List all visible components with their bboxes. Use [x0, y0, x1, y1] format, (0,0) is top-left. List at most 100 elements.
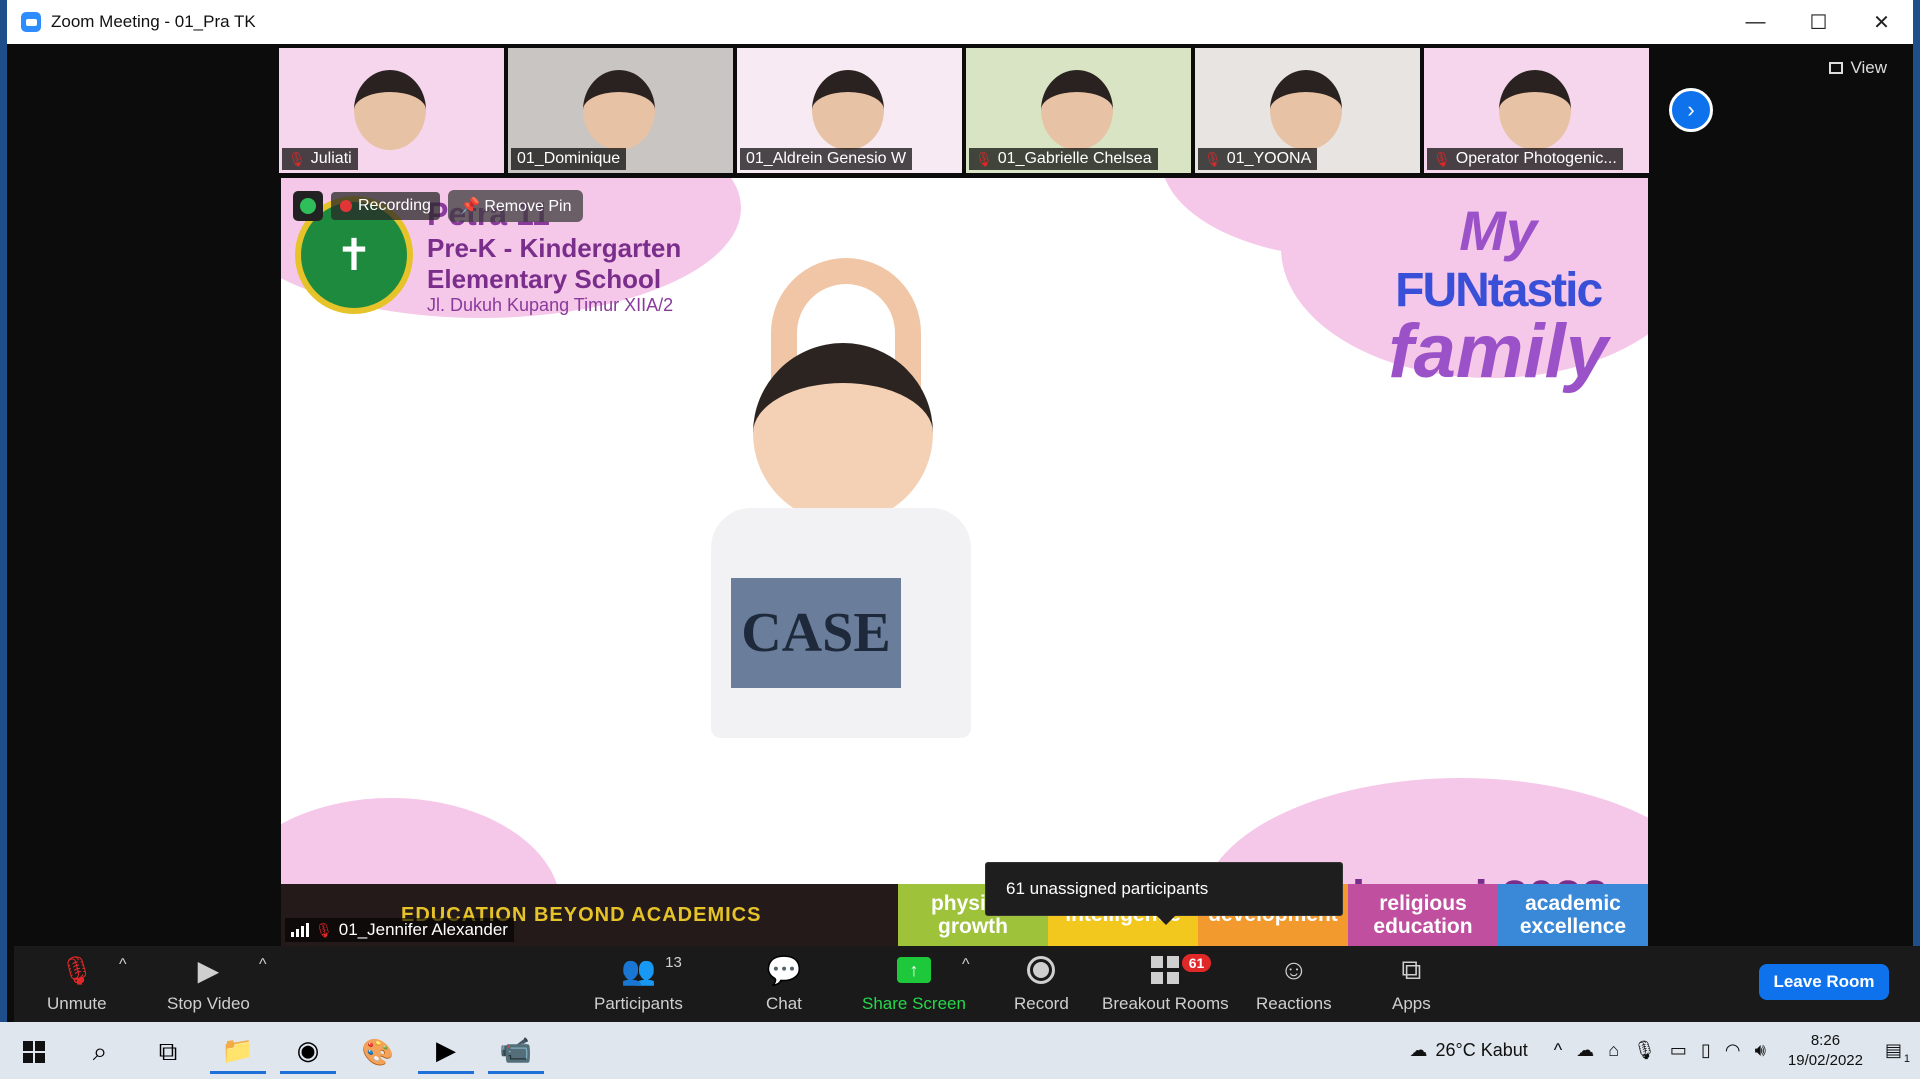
clock[interactable]: 8:26 19/02/2022 — [1788, 1031, 1863, 1070]
chat-label: Chat — [766, 994, 802, 1013]
participant-name-tag: 🎙︎ 01_YOONA — [1198, 148, 1318, 170]
zoom-window: Zoom Meeting - 01_Pra TK — ☐ ✕ 🎙︎ Juliati… — [0, 0, 1920, 1022]
volume-icon[interactable]: 🔊︎ — [1755, 1040, 1766, 1061]
breakout-rooms-button[interactable]: 61 Breakout Rooms — [1102, 950, 1229, 1014]
share-options-caret-icon[interactable]: ^ — [962, 956, 970, 974]
audio-options-caret-icon[interactable]: ^ — [119, 956, 127, 974]
record-label: Record — [1014, 994, 1069, 1013]
unmute-label: Unmute — [47, 994, 107, 1013]
participant-face — [1499, 70, 1571, 150]
participants-count: 13 — [665, 954, 682, 971]
weather-icon: ☁ — [1409, 1040, 1428, 1060]
notification-count: 1 — [1903, 1053, 1910, 1065]
grid-view-icon — [1829, 62, 1844, 74]
window-title: Zoom Meeting - 01_Pra TK — [51, 12, 256, 31]
speaker-name: 01_Jennifer Alexander — [338, 920, 508, 939]
microphone-icon[interactable]: 🎙︎ — [1633, 1040, 1656, 1061]
share-screen-button[interactable]: ↑ Share Screen — [862, 950, 966, 1014]
meeting-toolbar: 🎙︎ Unmute ^ ▶︎ Stop Video ^ 👥 13 Particip… — [14, 946, 1920, 1022]
participant-thumbnail[interactable]: 🎙︎ 01_YOONA — [1195, 48, 1420, 173]
share-screen-label: Share Screen — [862, 994, 966, 1013]
participant-name-tag: 01_Aldrein Genesio W — [740, 148, 913, 170]
banner-pill: academic excellence — [1498, 884, 1648, 946]
participant-thumbnail[interactable]: 🎙︎ Juliati — [279, 48, 504, 173]
task-view-icon[interactable]: ⧉ — [140, 1030, 196, 1074]
school-line-3: Elementary School — [427, 264, 662, 294]
participant-name-tag: 🎙︎ Juliati — [282, 148, 358, 170]
unmute-button[interactable]: 🎙︎ Unmute — [47, 950, 107, 1014]
participant-name: 01_Gabrielle Chelsea — [997, 150, 1152, 167]
reactions-button[interactable]: ☺ Reactions — [1256, 950, 1332, 1014]
chat-bubble-icon: 💬 — [766, 954, 802, 986]
reactions-label: Reactions — [1256, 994, 1332, 1013]
file-explorer-icon[interactable]: 📁 — [210, 1030, 266, 1074]
mic-muted-icon: 🎙︎ — [1204, 150, 1222, 167]
pin-icon: 📌 — [459, 198, 480, 215]
participant-name: 01_YOONA — [1226, 150, 1312, 167]
clock-date: 19/02/2022 — [1787, 1051, 1863, 1069]
wifi-icon[interactable]: ◠ — [1725, 1040, 1741, 1061]
windows-taskbar: ⌕ ⧉ 📁 ◉ 🎨 ▶ 📹 ☁ 26°C Kabut ^ ☁ ⌂ 🎙︎ ▭ ▯ … — [0, 1022, 1920, 1079]
breakout-tooltip: 61 unassigned participants — [985, 862, 1343, 925]
participant-thumbnail-strip: 🎙︎ Juliati 01_Dominique 01_Aldrein Genesio … — [279, 48, 1649, 173]
weather-text[interactable]: 26°C Kabut — [1435, 1040, 1527, 1061]
remove-pin-label: Remove Pin — [484, 198, 572, 215]
stop-video-button[interactable]: ▶︎ Stop Video — [167, 950, 250, 1014]
mic-muted-icon: 🎙︎ — [1433, 150, 1451, 167]
start-button[interactable] — [6, 1030, 62, 1074]
display-icon[interactable]: ▭ — [1670, 1040, 1687, 1061]
smiley-plus-icon: ☺ — [1279, 954, 1309, 985]
shirt-print: CASE — [731, 578, 901, 688]
security-shield-icon[interactable] — [293, 191, 323, 221]
leave-room-button[interactable]: Leave Room — [1759, 964, 1889, 1000]
minimize-button[interactable]: — — [1724, 0, 1787, 44]
participants-label: Participants — [594, 994, 683, 1013]
participant-thumbnail[interactable]: 01_Aldrein Genesio W — [737, 48, 962, 173]
child-video-feed: CASE — [711, 258, 981, 738]
breakout-grid-icon — [1151, 956, 1180, 984]
participant-thumbnail[interactable]: 🎙︎ 01_Gabrielle Chelsea — [966, 48, 1191, 173]
chat-button[interactable]: 💬 Chat — [766, 950, 802, 1014]
participant-face — [1041, 70, 1113, 150]
signal-strength-icon — [291, 923, 309, 937]
apps-label: Apps — [1392, 994, 1431, 1013]
participant-name: Operator Photogenic... — [1455, 150, 1617, 167]
paint-icon[interactable]: 🎨 — [350, 1030, 406, 1074]
logo-my: My — [1459, 199, 1538, 262]
system-tray: ☁ 26°C Kabut ^ ☁ ⌂ 🎙︎ ▭ ▯ ◠ 🔊︎ 8:26 19/0… — [1409, 1022, 1920, 1079]
clock-time: 8:26 — [1810, 1032, 1841, 1049]
chrome-icon[interactable]: ◉ — [280, 1030, 336, 1074]
banner-pill: religious education — [1348, 884, 1498, 946]
participants-button[interactable]: 👥 13 Participants — [594, 950, 683, 1014]
breakout-rooms-label: Breakout Rooms — [1102, 994, 1229, 1013]
participant-thumbnail[interactable]: 🎙︎ Operator Photogenic... — [1424, 48, 1649, 173]
search-icon[interactable]: ⌕ — [72, 1030, 128, 1074]
zoom-taskbar-icon[interactable]: 📹 — [488, 1030, 544, 1074]
maximize-button[interactable]: ☐ — [1787, 0, 1850, 44]
windows-logo-icon — [23, 1041, 45, 1063]
meet-now-icon[interactable]: ⌂ — [1608, 1040, 1619, 1061]
view-label: View — [1850, 58, 1887, 77]
next-page-button[interactable]: › — [1669, 88, 1713, 132]
media-player-icon[interactable]: ▶ — [418, 1030, 474, 1074]
pinned-video[interactable]: ✝ Petra 11 Pre-K - Kindergarten Elementa… — [281, 178, 1648, 946]
view-button[interactable]: View — [1829, 58, 1887, 78]
video-options-caret-icon[interactable]: ^ — [259, 956, 267, 974]
participant-name: 01_Dominique — [517, 150, 621, 167]
record-button[interactable]: Record — [1014, 950, 1069, 1014]
participant-name-tag: 🎙︎ Operator Photogenic... — [1427, 148, 1623, 170]
chevron-right-icon: › — [1687, 97, 1695, 122]
close-button[interactable]: ✕ — [1850, 0, 1913, 44]
fantastic-family-logo: My FUNtastic family — [1388, 198, 1608, 390]
recording-indicator[interactable]: Recording — [331, 192, 440, 220]
chevron-up-icon[interactable]: ^ — [1554, 1040, 1562, 1061]
mic-muted-icon: 🎙︎ — [315, 921, 333, 938]
apps-button[interactable]: ⧉ Apps — [1392, 950, 1431, 1014]
notification-icon[interactable]: ▤ 1 — [1885, 1040, 1910, 1065]
cloud-icon[interactable]: ☁ — [1576, 1040, 1594, 1061]
remove-pin-button[interactable]: 📌 Remove Pin — [447, 190, 584, 222]
participant-thumbnail[interactable]: 01_Dominique — [508, 48, 733, 173]
participant-name: 01_Aldrein Genesio W — [746, 150, 907, 167]
school-line-2: Pre-K - Kindergarten — [427, 233, 682, 263]
battery-icon[interactable]: ▯ — [1701, 1040, 1711, 1061]
